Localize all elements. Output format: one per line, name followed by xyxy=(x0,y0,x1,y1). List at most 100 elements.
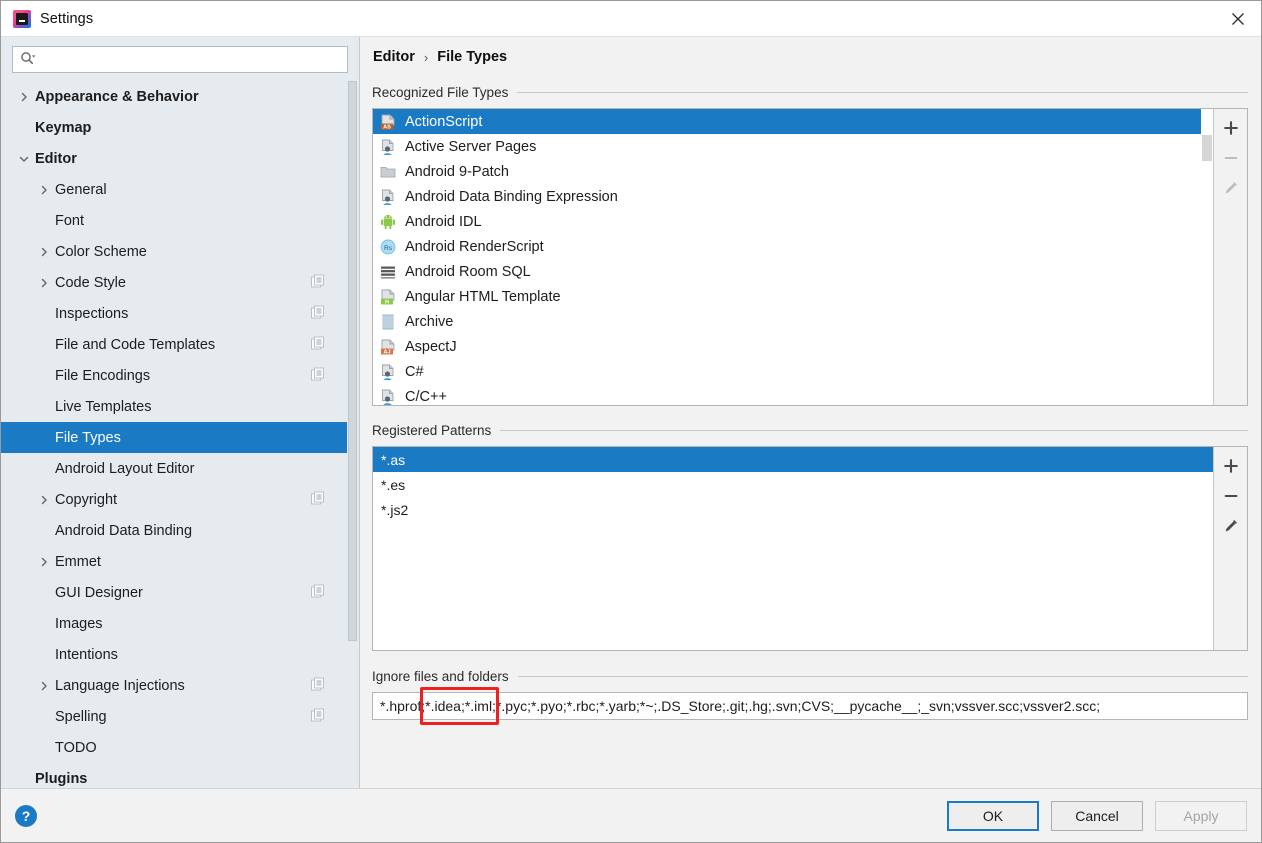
recognized-list-scrollbar-thumb[interactable] xyxy=(1202,135,1212,161)
copy-settings-icon[interactable] xyxy=(311,367,325,384)
file-type-row[interactable]: C# xyxy=(373,359,1213,384)
chevron-right-icon[interactable] xyxy=(33,680,55,692)
file-type-row[interactable]: H Angular HTML Template xyxy=(373,284,1213,309)
file-type-row[interactable]: Android IDL xyxy=(373,209,1213,234)
sidebar-item-file-and-code-templates[interactable]: File and Code Templates xyxy=(1,329,347,360)
chevron-right-icon[interactable] xyxy=(33,277,55,289)
sidebar-item-gui-designer[interactable]: GUI Designer xyxy=(1,577,347,608)
add-file-type-button[interactable] xyxy=(1216,114,1246,144)
sidebar-item-color-scheme[interactable]: Color Scheme xyxy=(1,236,347,267)
sidebar-item-file-encodings[interactable]: File Encodings xyxy=(1,360,347,391)
sidebar-item-appearance-behavior[interactable]: Appearance & Behavior xyxy=(1,81,347,112)
pattern-label: *.as xyxy=(381,451,406,468)
registered-patterns-list[interactable]: *.as *.es *.js2 xyxy=(373,447,1213,650)
sidebar-item-todo[interactable]: TODO xyxy=(1,732,347,763)
chevron-right-icon[interactable] xyxy=(33,556,55,568)
pencil-icon xyxy=(1223,180,1239,199)
copy-settings-icon[interactable] xyxy=(311,584,325,601)
registered-patterns-toolbar xyxy=(1213,447,1247,650)
ignore-files-input[interactable]: *.hprof;*.idea;*.iml;*.pyc;*.pyo;*.rbc;*… xyxy=(372,692,1248,720)
sidebar-item-label: Editor xyxy=(35,150,77,167)
ignore-files-value: *.hprof;*.idea;*.iml;*.pyc;*.pyo;*.rbc;*… xyxy=(380,698,1101,714)
android-robot-icon xyxy=(380,214,396,230)
sidebar-item-editor[interactable]: Editor xyxy=(1,143,347,174)
ok-button[interactable]: OK xyxy=(947,800,1039,831)
chevron-right-icon[interactable] xyxy=(33,246,55,258)
file-type-row[interactable]: AS ActionScript xyxy=(373,109,1213,134)
recognized-file-types-list[interactable]: AS ActionScript Active Server Pages Android… xyxy=(373,109,1213,405)
asp-file-icon xyxy=(380,364,396,380)
file-type-row[interactable]: Archive xyxy=(373,309,1213,334)
sidebar-item-live-templates[interactable]: Live Templates xyxy=(1,391,347,422)
sidebar-item-android-layout-editor[interactable]: Android Layout Editor xyxy=(1,453,347,484)
sidebar-item-label: Images xyxy=(55,615,103,632)
sidebar-item-copyright[interactable]: Copyright xyxy=(1,484,347,515)
sidebar-item-keymap[interactable]: Keymap xyxy=(1,112,347,143)
pattern-row[interactable]: *.as xyxy=(373,447,1213,472)
sidebar-tree: Appearance & Behavior Keymap Editor General… xyxy=(1,81,347,788)
search-icon xyxy=(20,51,36,68)
chevron-right-icon[interactable] xyxy=(33,494,55,506)
copy-settings-icon[interactable] xyxy=(311,677,325,694)
sidebar-item-label: Copyright xyxy=(55,491,118,508)
sidebar-item-android-data-binding[interactable]: Android Data Binding xyxy=(1,515,347,546)
pattern-row[interactable]: *.js2 xyxy=(373,497,1213,522)
sidebar-item-images[interactable]: Images xyxy=(1,608,347,639)
pattern-row[interactable]: *.es xyxy=(373,472,1213,497)
asp-file-icon xyxy=(380,139,396,155)
copy-settings-icon[interactable] xyxy=(311,708,325,725)
archive-icon xyxy=(380,314,396,330)
sidebar-scrollbar-track[interactable] xyxy=(347,81,358,788)
actionscript-file-icon: AS xyxy=(380,114,396,130)
sidebar-item-general[interactable]: General xyxy=(1,174,347,205)
recognized-file-types-toolbar xyxy=(1213,109,1247,405)
sidebar-item-plugins[interactable]: Plugins xyxy=(1,763,347,788)
file-type-row[interactable]: Android 9-Patch xyxy=(373,159,1213,184)
ignore-files-block: Ignore files and folders *.hprof;*.idea;… xyxy=(372,660,1248,725)
search-box[interactable] xyxy=(12,46,348,73)
copy-settings-icon[interactable] xyxy=(311,491,325,508)
sidebar-item-label: Code Style xyxy=(55,274,126,291)
sidebar-item-file-types[interactable]: File Types xyxy=(1,422,347,453)
asp-file-icon xyxy=(380,389,396,405)
sidebar-item-label: Live Templates xyxy=(55,398,152,415)
sidebar-item-label: File Types xyxy=(55,429,121,446)
chevron-right-icon[interactable] xyxy=(13,91,35,103)
file-type-label: Android 9-Patch xyxy=(405,163,509,180)
file-type-row[interactable]: Android Data Binding Expression xyxy=(373,184,1213,209)
file-type-label: Angular HTML Template xyxy=(405,288,561,305)
file-type-row[interactable]: AJ AspectJ xyxy=(373,334,1213,359)
recognized-list-scrollbar-track[interactable] xyxy=(1201,109,1213,405)
sidebar-item-label: Android Layout Editor xyxy=(55,460,195,477)
breadcrumb-parent[interactable]: Editor xyxy=(373,49,415,65)
sidebar-item-emmet[interactable]: Emmet xyxy=(1,546,347,577)
copy-settings-icon[interactable] xyxy=(311,274,325,291)
chevron-down-icon[interactable] xyxy=(13,153,35,165)
add-pattern-button[interactable] xyxy=(1216,452,1246,482)
edit-pattern-button[interactable] xyxy=(1216,512,1246,542)
file-type-label: Android Data Binding Expression xyxy=(405,188,618,205)
file-type-label: Android IDL xyxy=(405,213,482,230)
chevron-right-icon[interactable] xyxy=(33,184,55,196)
sidebar-item-language-injections[interactable]: Language Injections xyxy=(1,670,347,701)
sidebar-item-spelling[interactable]: Spelling xyxy=(1,701,347,732)
file-type-row[interactable]: Rs Android RenderScript xyxy=(373,234,1213,259)
sidebar-scrollbar-thumb[interactable] xyxy=(348,81,357,641)
copy-settings-icon[interactable] xyxy=(311,305,325,322)
ignore-files-label: Ignore files and folders xyxy=(372,668,509,684)
registered-patterns-label: Registered Patterns xyxy=(372,422,492,438)
help-question-icon[interactable]: ? xyxy=(15,804,37,827)
file-type-row[interactable]: Active Server Pages xyxy=(373,134,1213,159)
file-type-row[interactable]: Android Room SQL xyxy=(373,259,1213,284)
sidebar-item-inspections[interactable]: Inspections xyxy=(1,298,347,329)
sidebar-item-code-style[interactable]: Code Style xyxy=(1,267,347,298)
sidebar-item-label: Emmet xyxy=(55,553,101,570)
search-input[interactable] xyxy=(40,48,341,71)
cancel-button[interactable]: Cancel xyxy=(1051,800,1143,831)
remove-pattern-button[interactable] xyxy=(1216,482,1246,512)
close-icon[interactable] xyxy=(1215,1,1261,36)
file-type-row[interactable]: C/C++ xyxy=(373,384,1213,405)
sidebar-item-font[interactable]: Font xyxy=(1,205,347,236)
copy-settings-icon[interactable] xyxy=(311,336,325,353)
sidebar-item-intentions[interactable]: Intentions xyxy=(1,639,347,670)
